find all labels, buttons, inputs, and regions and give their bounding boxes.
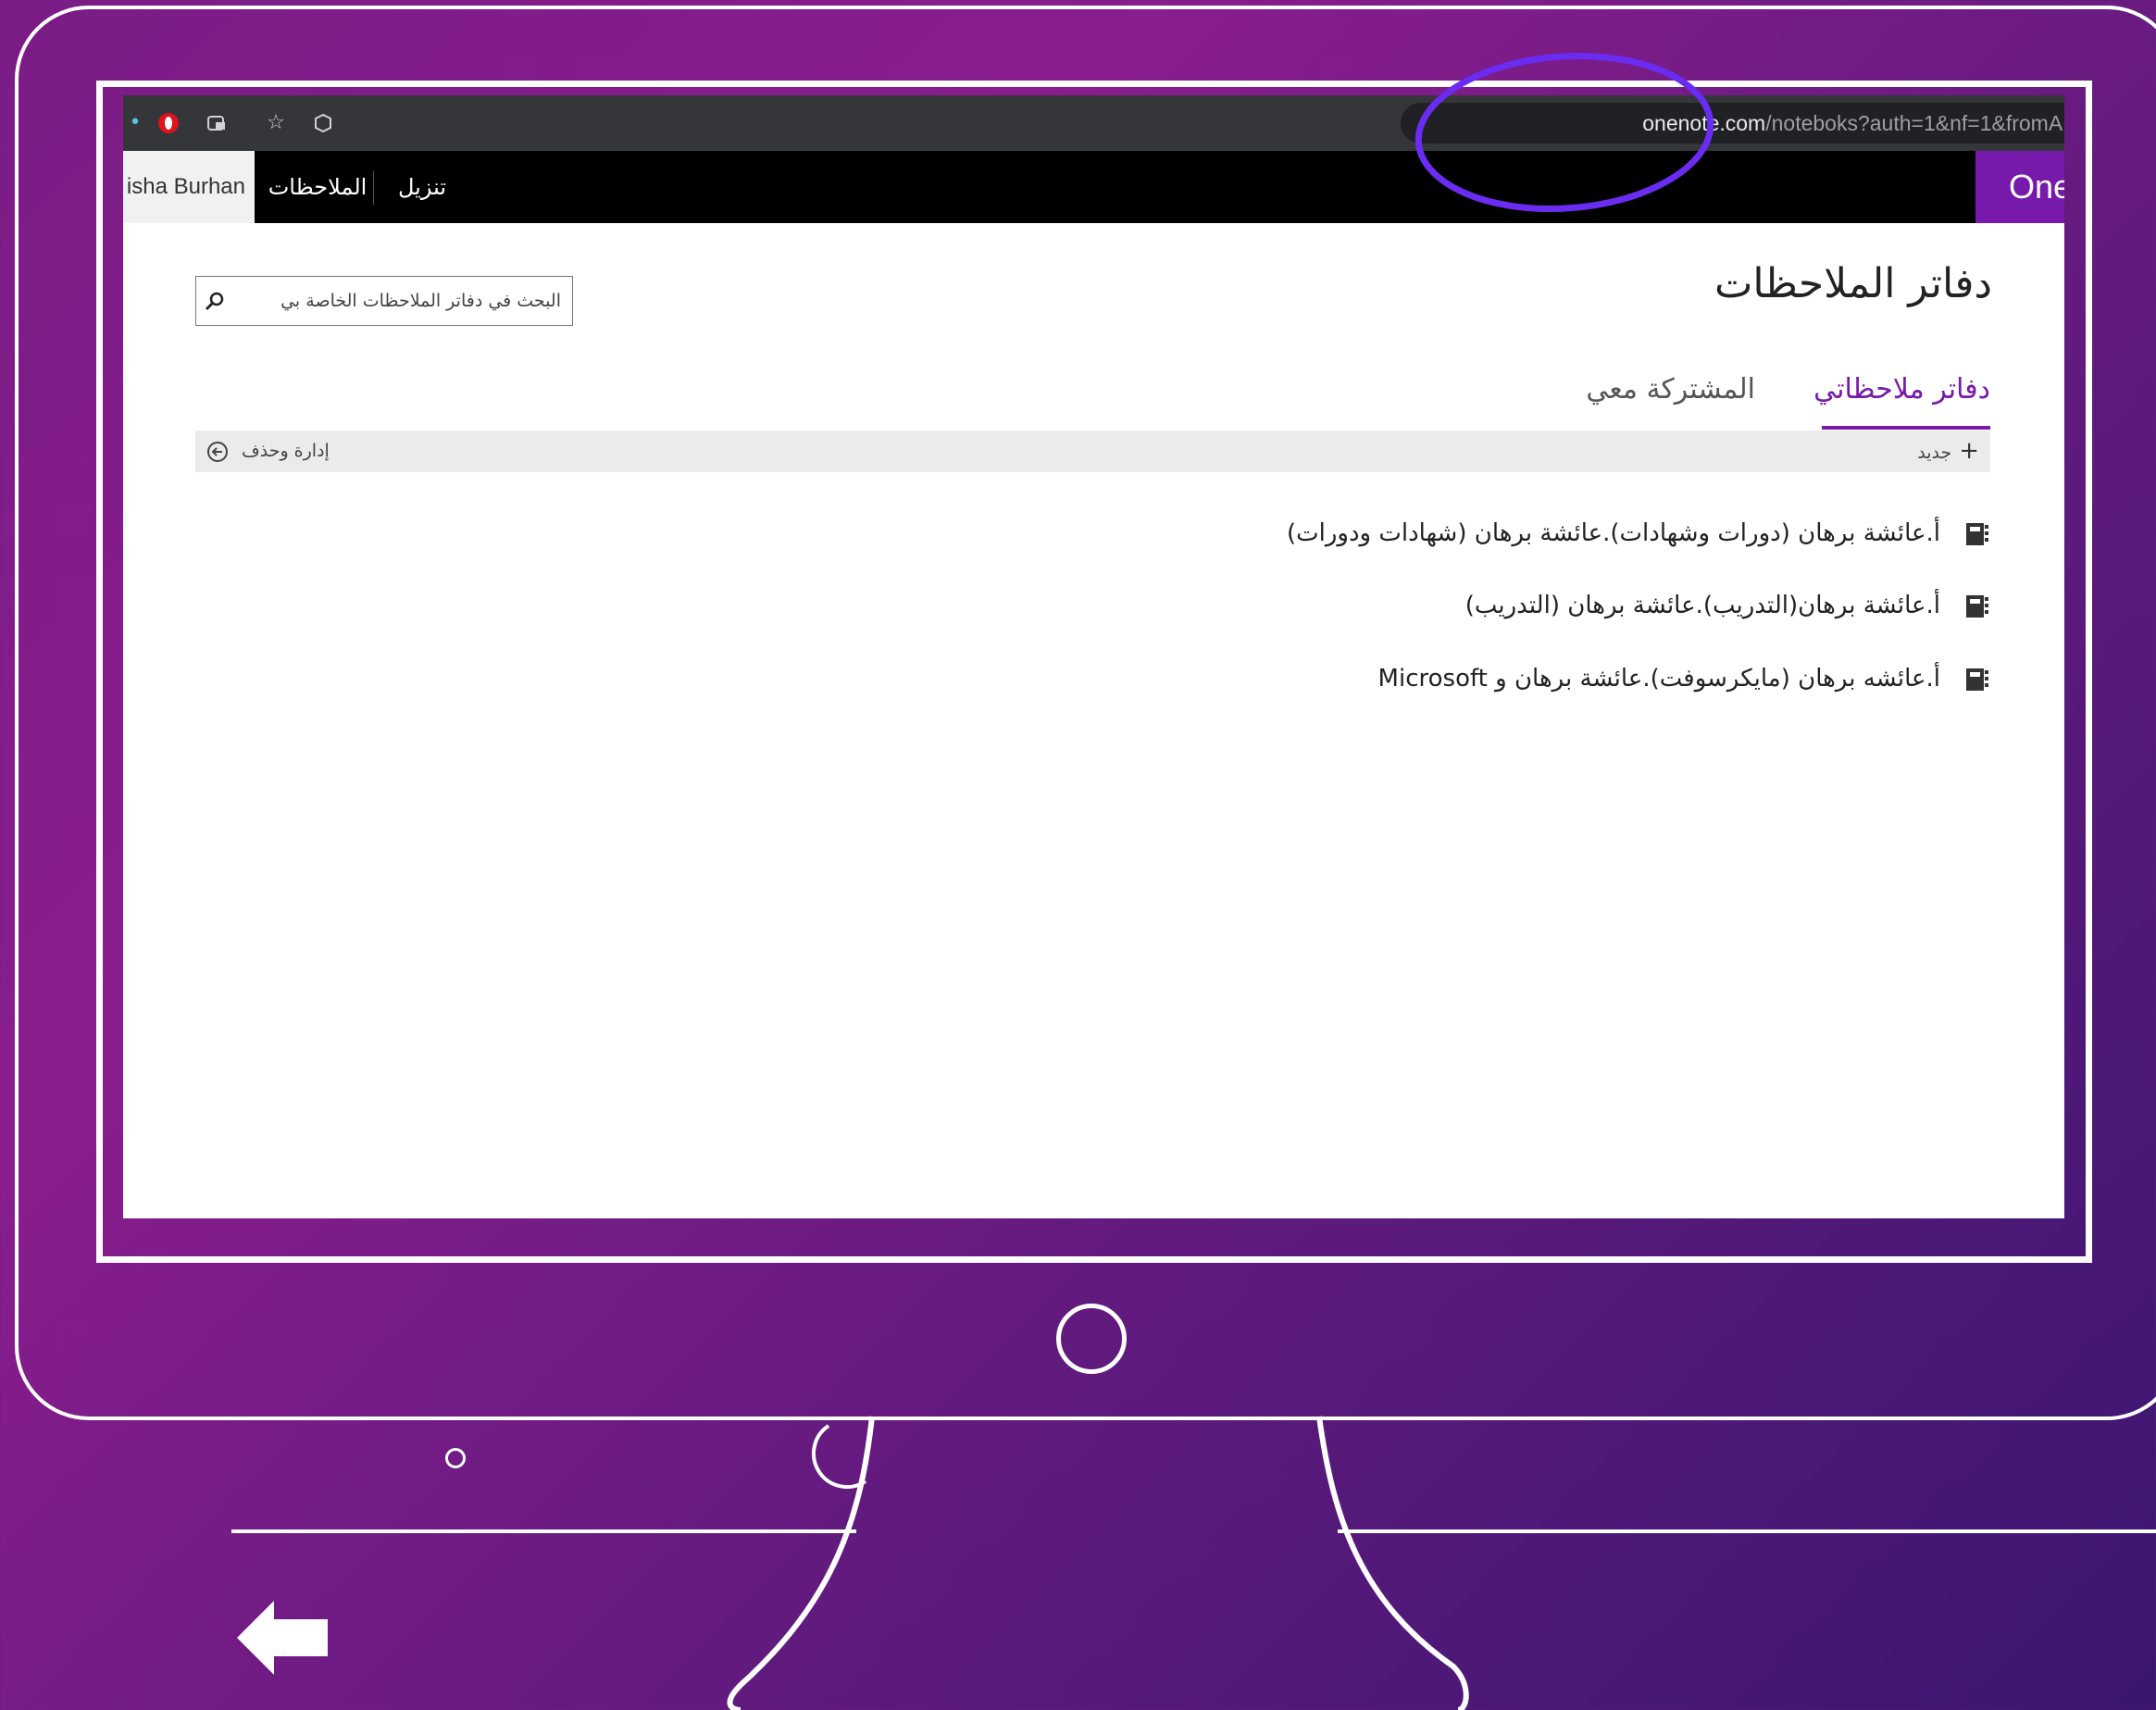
tab-my-notebooks[interactable]: دفاتر ملاحظاتي [1813, 373, 1990, 406]
tab-download[interactable]: تنزيل [380, 151, 464, 223]
bookmark-star-icon[interactable]: ☆ [264, 111, 288, 135]
new-notebook-button[interactable]: + جديد [1917, 431, 1979, 472]
notebook-search-input[interactable]: البحث في دفاتر الملاحظات الخاصة بي [195, 276, 573, 326]
circle-arrow-icon [207, 441, 228, 462]
browser-toolbar: • ☆ onenote.com/noteboks?auth=1&nf=1&fro… [123, 95, 2064, 151]
onenote-app-bar: isha Burhan الملاحظات تنزيل One [123, 151, 2064, 223]
tab-divider [373, 171, 374, 205]
send-tab-icon[interactable] [311, 111, 335, 135]
notebook-list-item[interactable]: أ.عائشة برهان(التدريب).عائشة برهان (التد… [1465, 582, 1990, 629]
new-label: جديد [1917, 443, 1952, 463]
opera-icon[interactable] [156, 111, 181, 135]
notebook-icon [1966, 594, 1988, 618]
search-icon[interactable] [204, 290, 226, 312]
onenote-brand[interactable]: One [1975, 151, 2064, 223]
active-tab-indicator [1822, 426, 1990, 430]
notebook-icon [1966, 668, 1988, 691]
plus-icon: + [1959, 437, 1979, 465]
notebook-name: أ.عائشه برهان (مايكرسوفت).عائشة برهان و … [1377, 665, 1940, 693]
search-placeholder: البحث في دفاتر الملاحظات الخاصة بي [280, 291, 561, 311]
url-path: /noteboks?auth=1&nf=1&fromAR=1 [1765, 111, 2064, 135]
tab-notes[interactable]: الملاحظات [267, 151, 368, 223]
annotation-circle [1414, 52, 1714, 213]
notebook-icon [1966, 522, 1988, 545]
manage-delete-button[interactable]: إدارة وحذف [206, 431, 330, 472]
back-arrow-icon[interactable] [237, 1599, 330, 1677]
page-title: دفاتر الملاحظات [1714, 260, 1992, 307]
manage-label: إدارة وحذف [242, 441, 330, 461]
power-button [1056, 1304, 1127, 1374]
user-account-tab[interactable]: isha Burhan [123, 151, 255, 223]
tab-shared-with-me[interactable]: المشتركة معي [1586, 373, 1755, 406]
notebook-list-item[interactable]: أ.عائشة برهان (دورات وشهادات).عائشة برها… [1287, 510, 1990, 556]
extensions-puzzle-icon[interactable] [205, 111, 229, 135]
browser-window: • ☆ onenote.com/noteboks?auth=1&nf=1&fro… [123, 95, 2064, 1218]
notebook-name: أ.عائشة برهان (دورات وشهادات).عائشة برها… [1287, 519, 1940, 547]
extension-icon[interactable]: • [123, 111, 147, 135]
notebook-list-item[interactable]: أ.عائشه برهان (مايكرسوفت).عائشة برهان و … [1378, 655, 1990, 702]
notebook-toolbar: + جديد إدارة وحذف [195, 431, 1990, 472]
notebook-name: أ.عائشة برهان(التدريب).عائشة برهان (التد… [1464, 592, 1940, 619]
